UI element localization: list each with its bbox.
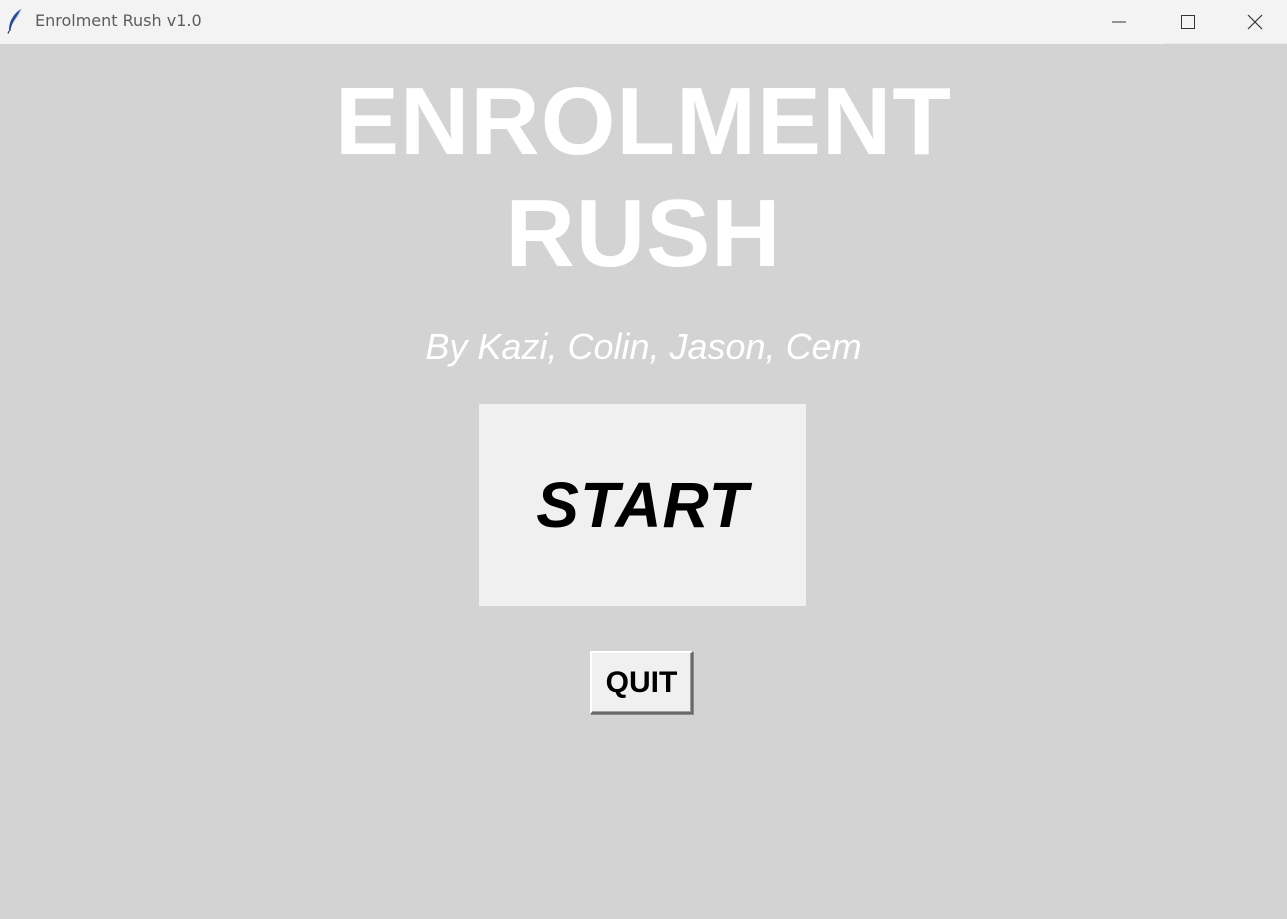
feather-icon <box>6 8 24 34</box>
start-button[interactable]: START <box>479 404 806 606</box>
window-title: Enrolment Rush v1.0 <box>35 11 202 30</box>
game-title-line-2: RUSH <box>505 180 782 287</box>
minimize-icon <box>1111 14 1127 30</box>
maximize-button[interactable] <box>1153 0 1223 44</box>
game-title: ENROLMENT RUSH <box>0 66 1287 290</box>
quit-button[interactable]: QUIT <box>590 651 693 714</box>
start-button-label: START <box>536 469 749 541</box>
game-window: Enrolment Rush v1.0 ENROLMENT RUSH By Ka… <box>0 0 1287 919</box>
credits-text: By Kazi, Colin, Jason, Cem <box>425 326 862 367</box>
minimize-button[interactable] <box>1084 0 1154 44</box>
titlebar-divider <box>1165 43 1287 44</box>
title-bar[interactable]: Enrolment Rush v1.0 <box>0 0 1287 44</box>
close-button[interactable] <box>1223 0 1287 44</box>
game-title-line-1: ENROLMENT <box>335 68 952 175</box>
quit-button-label: QUIT <box>605 665 678 699</box>
close-icon <box>1246 13 1264 31</box>
maximize-icon <box>1180 14 1196 30</box>
